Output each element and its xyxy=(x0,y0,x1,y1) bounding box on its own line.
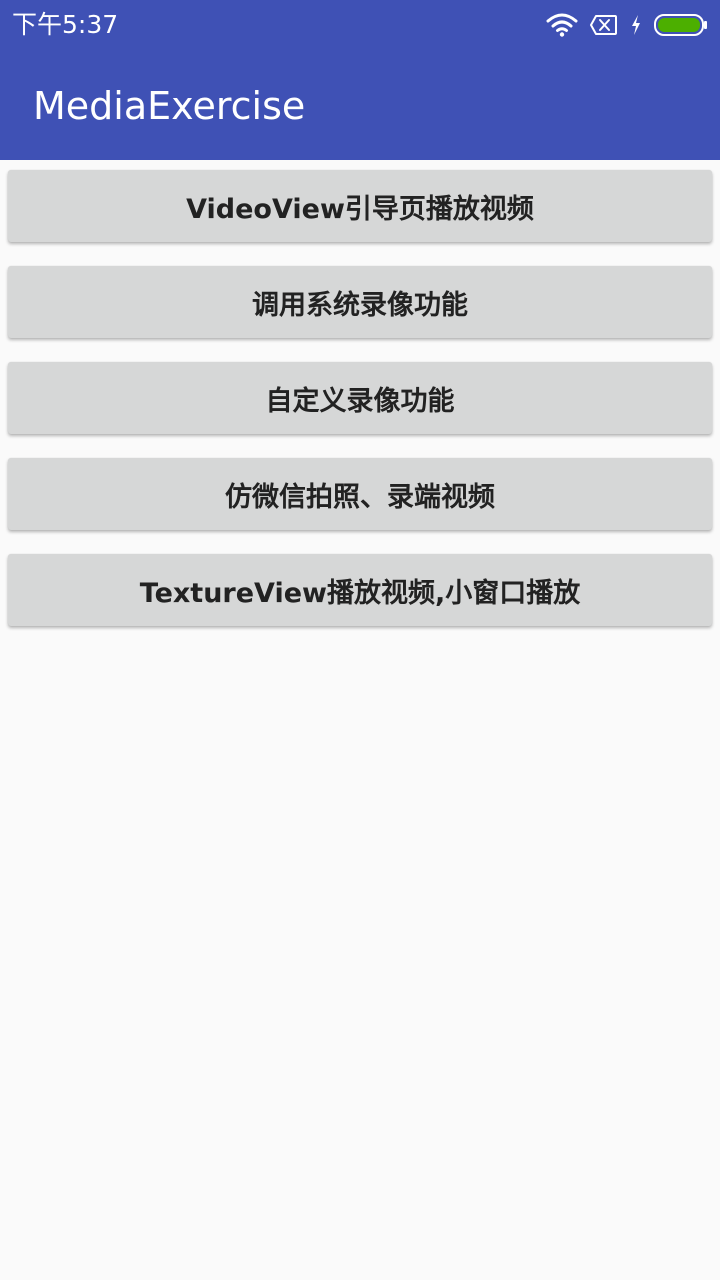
app-bar: MediaExercise xyxy=(0,50,720,160)
charging-icon xyxy=(630,14,642,36)
system-record-button[interactable]: 调用系统录像功能 xyxy=(8,266,712,338)
status-time: 下午5:37 xyxy=(12,10,119,39)
videoview-guide-play-button[interactable]: VideoView引导页播放视频 xyxy=(8,170,712,242)
wechat-style-capture-button[interactable]: 仿微信拍照、录端视频 xyxy=(8,458,712,530)
button-list: VideoView引导页播放视频 调用系统录像功能 自定义录像功能 仿微信拍照、… xyxy=(8,170,712,650)
wifi-icon xyxy=(546,13,578,37)
no-sim-icon xyxy=(590,14,618,36)
textureview-small-window-button[interactable]: TextureView播放视频,小窗口播放 xyxy=(8,554,712,626)
app-title: MediaExercise xyxy=(33,84,306,128)
status-icons xyxy=(534,10,708,40)
battery-icon xyxy=(654,13,708,37)
custom-record-button[interactable]: 自定义录像功能 xyxy=(8,362,712,434)
status-bar: 下午5:37 xyxy=(0,0,720,50)
